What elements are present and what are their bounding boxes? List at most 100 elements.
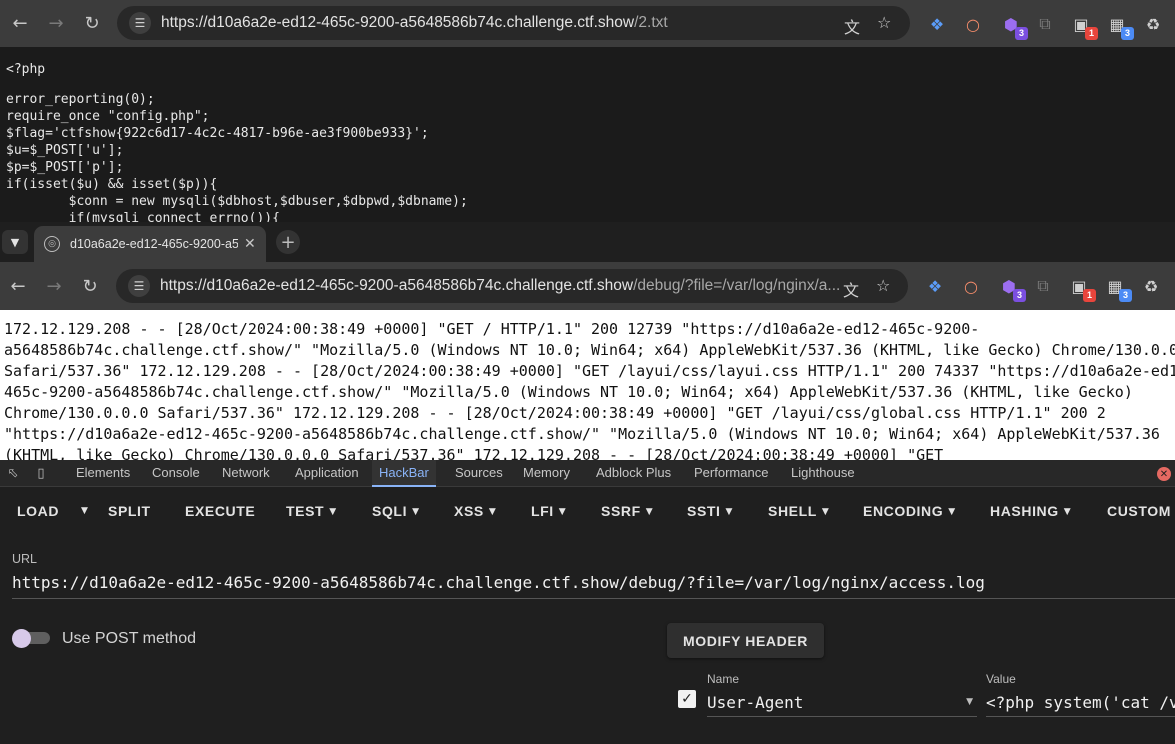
tab-search-chevron-icon[interactable]: ▼	[2, 230, 28, 254]
code-line: $p=$_POST['p'];	[6, 160, 124, 175]
extensions-puzzle-icon[interactable]: ♻	[1140, 275, 1162, 297]
devtools-tab-network[interactable]: Network	[215, 460, 277, 487]
extension-circle-icon[interactable]: ○	[960, 275, 982, 297]
site-info-icon[interactable]: ☰	[129, 12, 151, 34]
devtools-tab-console[interactable]: Console	[145, 460, 207, 487]
extension-badge: 3	[1013, 289, 1026, 302]
site-info-icon[interactable]: ☰	[128, 275, 150, 297]
devtools-error-close-icon[interactable]: ✕	[1157, 467, 1171, 481]
globe-icon: ◎	[44, 236, 60, 252]
chevron-down-icon: ▼	[412, 507, 420, 517]
hashing-menu-button[interactable]: HASHING ▼	[990, 503, 1071, 519]
url-label: URL	[12, 552, 38, 566]
extension-diamond-icon[interactable]: ❖	[924, 275, 946, 297]
encoding-menu-button[interactable]: ENCODING ▼	[863, 503, 956, 519]
header-name-label: Name	[707, 672, 740, 686]
extension-circle-icon[interactable]: ○	[962, 13, 984, 35]
log-line: (KHTML, like Gecko) Chrome/130.0.0.0 Saf…	[4, 446, 944, 460]
chevron-down-icon: ▼	[948, 507, 956, 517]
shell-menu-button[interactable]: SHELL ▼	[768, 503, 829, 519]
log-line: Chrome/130.0.0.0 Safari/537.36" 172.12.1…	[4, 404, 1106, 422]
execute-button[interactable]: EXECUTE	[185, 503, 255, 519]
bookmark-star-icon[interactable]: ☆	[876, 276, 890, 295]
log-line: "https://d10a6a2e-ed12-465c-9200-a564858…	[4, 425, 1160, 443]
code-line: require_once "config.php";	[6, 109, 210, 124]
new-tab-plus-icon[interactable]: +	[276, 230, 300, 254]
extension-hex-icon[interactable]: ⬢ 3	[998, 275, 1026, 302]
post-method-toggle[interactable]	[12, 629, 50, 648]
code-line: if(mysqli_connect_errno()){	[6, 211, 280, 222]
tab-debug[interactable]: ◎ d10a6a2e-ed12-465c-9200-a5648586b74c.c…	[34, 226, 266, 262]
extension-copy-icon[interactable]: ⧉	[1034, 13, 1056, 35]
forward-arrow-icon[interactable]: →	[40, 272, 68, 300]
extension-grid-icon[interactable]: ▦ 3	[1104, 275, 1132, 302]
code-line: $flag='ctfshow{922c6d17-4c2c-4817-b96e-a…	[6, 126, 429, 141]
hackbar-panel: URL https://d10a6a2e-ed12-465c-9200-a564…	[0, 535, 1175, 744]
extension-monitor-icon[interactable]: ▣ 1	[1068, 275, 1096, 302]
address-bar-2[interactable]: ☰ https://d10a6a2e-ed12-465c-9200-a56485…	[116, 269, 908, 303]
modify-header-button[interactable]: MODIFY HEADER	[667, 623, 824, 658]
header-name-value: User-Agent	[707, 693, 804, 712]
chevron-down-icon: ▼	[488, 507, 497, 517]
sqli-menu-button[interactable]: SQLI ▼	[372, 503, 420, 519]
post-method-label: Use POST method	[62, 630, 196, 647]
chevron-down-icon: ▼	[1063, 507, 1072, 517]
chevron-down-icon: ▼	[558, 507, 567, 517]
extension-monitor-icon[interactable]: ▣ 1	[1070, 13, 1098, 40]
extension-grid-icon[interactable]: ▦ 3	[1106, 13, 1134, 40]
back-arrow-icon[interactable]: ←	[6, 9, 34, 37]
inspect-element-icon[interactable]: ⬁	[4, 464, 22, 482]
chevron-down-icon: ▼	[645, 507, 654, 517]
split-button[interactable]: SPLIT	[108, 503, 151, 519]
reload-icon[interactable]: ↻	[76, 272, 104, 300]
address-url-2[interactable]: https://d10a6a2e-ed12-465c-9200-a5648586…	[160, 277, 840, 295]
extension-hex-icon[interactable]: ⬢ 3	[1000, 13, 1028, 40]
devtools-tab-hackbar[interactable]: HackBar	[372, 460, 436, 487]
toggle-knob	[12, 629, 31, 648]
test-menu-button[interactable]: TEST ▼	[286, 503, 337, 519]
reload-icon[interactable]: ↻	[78, 9, 106, 37]
extension-badge: 3	[1015, 27, 1028, 40]
browser-toolbar-2: ← → ↻ ☰ https://d10a6a2e-ed12-465c-9200-…	[0, 262, 1175, 310]
address-url[interactable]: https://d10a6a2e-ed12-465c-9200-a5648586…	[161, 14, 668, 32]
devtools-tab-application[interactable]: Application	[288, 460, 366, 487]
ssrf-menu-button[interactable]: SSRF ▼	[601, 503, 653, 519]
custom-menu-button[interactable]: CUSTOM	[1107, 503, 1171, 519]
access-log-text: 172.12.129.208 - - [28/Oct/2024:00:38:49…	[4, 319, 1175, 460]
extension-badge: 3	[1121, 27, 1134, 40]
extension-copy-icon[interactable]: ⧉	[1032, 275, 1054, 297]
header-enabled-checkbox[interactable]: ✓	[678, 690, 696, 708]
url-input[interactable]: https://d10a6a2e-ed12-465c-9200-a5648586…	[12, 573, 1175, 599]
back-arrow-icon[interactable]: ←	[4, 272, 32, 300]
devtools-tab-performance[interactable]: Performance	[687, 460, 775, 487]
bookmark-star-icon[interactable]: ☆	[877, 13, 891, 32]
devtools-tab-elements[interactable]: Elements	[69, 460, 137, 487]
extensions-puzzle-icon[interactable]: ♻	[1142, 13, 1164, 35]
load-options-chevron-icon[interactable]: ▼	[76, 502, 89, 518]
address-bar[interactable]: ☰ https://d10a6a2e-ed12-465c-9200-a56485…	[117, 6, 910, 40]
devtools-tab-adblock-plus[interactable]: Adblock Plus	[589, 460, 678, 487]
log-line: Safari/537.36" 172.12.129.208 - - [28/Oc…	[4, 362, 1175, 380]
devtools-tab-sources[interactable]: Sources	[448, 460, 510, 487]
translate-icon[interactable]: 文	[844, 14, 860, 38]
devtools-tab-memory[interactable]: Memory	[516, 460, 577, 487]
code-line: <?php	[6, 62, 46, 77]
chevron-down-icon: ▼	[329, 507, 337, 517]
devtools-tab-lighthouse[interactable]: Lighthouse	[784, 460, 862, 487]
header-name-select[interactable]: User-Agent ▼	[707, 693, 977, 717]
translate-icon[interactable]: 文	[843, 277, 859, 301]
load-button[interactable]: LOAD	[17, 503, 59, 519]
code-line: error_reporting(0);	[6, 92, 155, 107]
xss-menu-button[interactable]: XSS ▼	[454, 503, 496, 519]
ssti-menu-button[interactable]: SSTI ▼	[687, 503, 733, 519]
device-toolbar-icon[interactable]: ▯	[32, 464, 50, 482]
chevron-down-icon: ▼	[966, 697, 973, 707]
lfi-menu-button[interactable]: LFI ▼	[531, 503, 566, 519]
extension-diamond-icon[interactable]: ❖	[926, 13, 948, 35]
tab-close-icon[interactable]: ✕	[244, 236, 256, 252]
forward-arrow-icon[interactable]: →	[42, 9, 70, 37]
log-line: a5648586b74c.challenge.ctf.show/" "Mozil…	[4, 341, 1175, 359]
header-value-input[interactable]: <?php system('cat /v	[986, 693, 1175, 717]
extension-badge: 3	[1119, 289, 1132, 302]
